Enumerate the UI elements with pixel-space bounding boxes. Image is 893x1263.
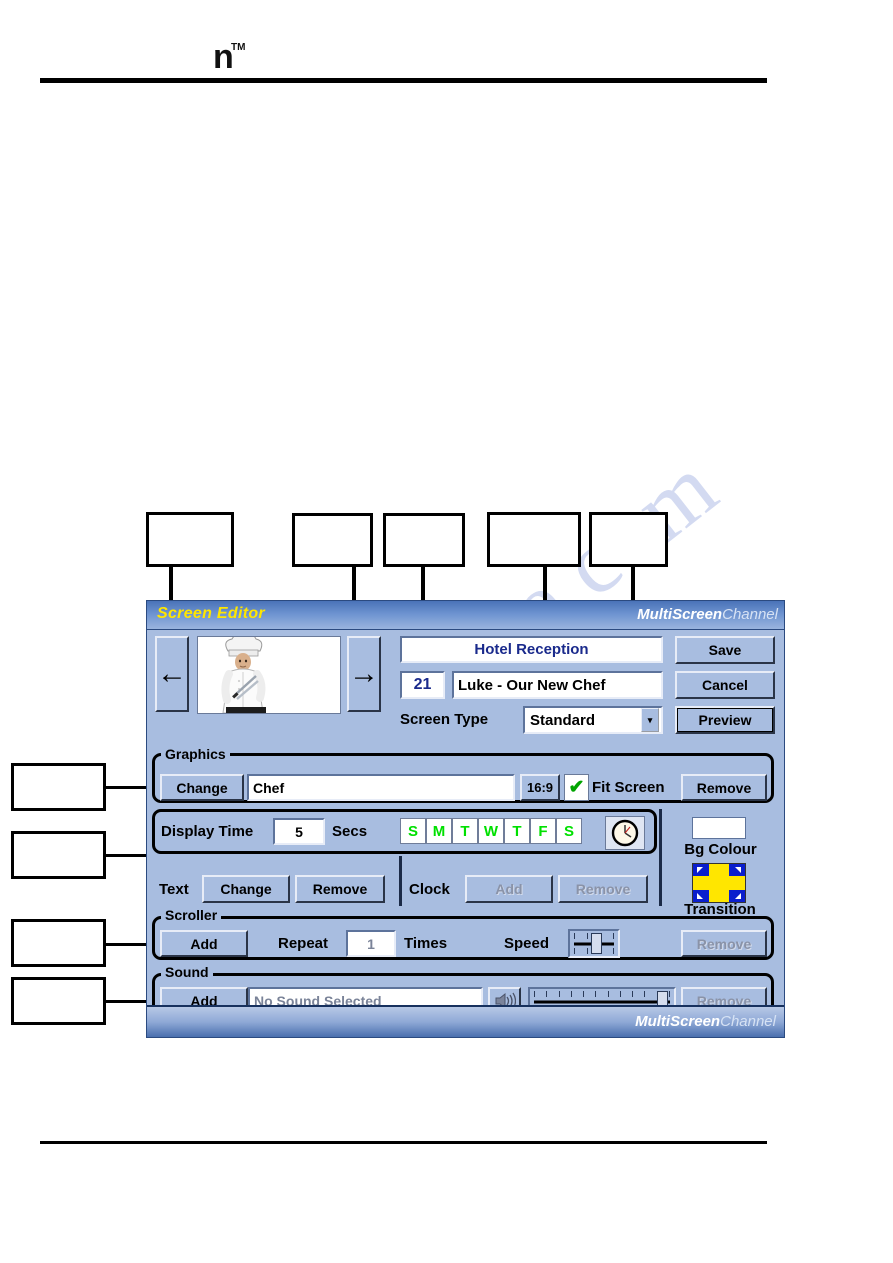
- display-time-input[interactable]: 5: [273, 818, 325, 845]
- fit-screen-label: Fit Screen: [592, 779, 665, 796]
- preview-button[interactable]: Preview: [675, 706, 775, 734]
- weekday-selector: S M T W T F S: [400, 818, 582, 844]
- screen-type-label: Screen Type: [400, 711, 489, 728]
- window-title: Screen Editor: [157, 605, 265, 622]
- callout-6: [11, 763, 106, 811]
- brand-light: Channel: [722, 606, 778, 623]
- speed-slider-thumb[interactable]: [591, 933, 602, 954]
- callout-4: [487, 512, 581, 567]
- window-footerbar: MultiScreenChannel: [147, 1005, 784, 1037]
- volume-ticks-top: [534, 991, 670, 997]
- callout-7: [11, 831, 106, 879]
- scroller-group-label: Scroller: [161, 907, 222, 923]
- text-change-button[interactable]: Change: [202, 875, 290, 903]
- scroller-times-label: Times: [404, 935, 448, 952]
- display-time-units: Secs: [332, 823, 368, 840]
- callout-1: [146, 512, 234, 567]
- scroller-remove-button[interactable]: Remove: [681, 930, 767, 957]
- day-button-mon[interactable]: M: [426, 818, 452, 844]
- window-titlebar: Screen Editor MultiScreenChannel: [147, 601, 784, 630]
- day-button-sat[interactable]: S: [556, 818, 582, 844]
- day-button-thu[interactable]: T: [504, 818, 530, 844]
- arrow-left-icon: ←: [157, 657, 187, 690]
- footer-brand-logo: MultiScreenChannel: [635, 1013, 776, 1030]
- bg-colour-label: Bg Colour: [684, 841, 757, 858]
- scroller-add-button[interactable]: Add: [160, 930, 248, 957]
- previous-screen-button[interactable]: ←: [155, 636, 189, 712]
- callout-7-leader: [106, 854, 148, 857]
- check-icon: ✔: [568, 777, 585, 798]
- text-clock-divider: [399, 856, 402, 906]
- screen-type-value: Standard: [530, 711, 596, 729]
- day-button-fri[interactable]: F: [530, 818, 556, 844]
- chevron-down-icon[interactable]: ▾: [641, 708, 659, 732]
- volume-slider-track: [534, 1000, 670, 1003]
- footer-rule: [40, 1141, 767, 1144]
- trademark-symbol: TM: [231, 42, 246, 53]
- clock-icon: [611, 819, 639, 847]
- scroller-repeat-input[interactable]: 1: [346, 930, 396, 957]
- brand-bold: MultiScreen: [637, 606, 723, 623]
- screen-number-field[interactable]: 21: [400, 671, 445, 699]
- callout-8-leader: [106, 943, 148, 946]
- callout-3: [383, 513, 465, 567]
- graphics-remove-button[interactable]: Remove: [681, 774, 767, 801]
- scroller-speed-label: Speed: [504, 935, 550, 952]
- next-screen-button[interactable]: →: [347, 636, 381, 712]
- arrow-right-icon: →: [349, 657, 379, 690]
- screen-editor-window: Screen Editor MultiScreenChannel ← → Hot…: [146, 600, 785, 1038]
- footer-brand-light: Channel: [720, 1013, 776, 1030]
- callout-5: [589, 512, 668, 567]
- scroller-speed-slider[interactable]: [568, 929, 620, 958]
- chef-photo-icon: [198, 637, 340, 713]
- text-remove-button[interactable]: Remove: [295, 875, 385, 903]
- transition-button[interactable]: [692, 863, 746, 903]
- scroller-repeat-label: Repeat: [278, 935, 329, 952]
- screen-type-select[interactable]: Standard ▾: [523, 706, 663, 734]
- clock-label: Clock: [409, 881, 450, 898]
- callout-9: [11, 977, 106, 1025]
- day-button-wed[interactable]: W: [478, 818, 504, 844]
- day-button-sun[interactable]: S: [400, 818, 426, 844]
- save-button[interactable]: Save: [675, 636, 775, 664]
- fit-screen-checkbox[interactable]: ✔: [564, 774, 589, 801]
- clock-add-button[interactable]: Add: [465, 875, 553, 903]
- graphics-change-button[interactable]: Change: [160, 774, 244, 801]
- callout-8: [11, 919, 106, 967]
- side-panel-divider: [659, 809, 662, 906]
- clock-remove-button[interactable]: Remove: [558, 875, 648, 903]
- display-time-label: Display Time: [161, 823, 254, 840]
- day-button-tue[interactable]: T: [452, 818, 478, 844]
- screen-preview-thumbnail[interactable]: [197, 636, 341, 714]
- graphics-group-label: Graphics: [161, 746, 230, 762]
- graphics-filename-field[interactable]: Chef: [247, 774, 515, 801]
- callout-2: [292, 513, 373, 567]
- brand-logo: MultiScreenChannel: [637, 606, 778, 623]
- footer-brand-bold: MultiScreen: [635, 1013, 721, 1030]
- aspect-ratio-button[interactable]: 16:9: [520, 774, 560, 801]
- screen-name-field[interactable]: Luke - Our New Chef: [452, 671, 663, 699]
- text-label: Text: [159, 881, 189, 898]
- transition-icon: [693, 864, 745, 902]
- header-rule: [40, 78, 767, 83]
- bg-colour-swatch[interactable]: [692, 817, 746, 839]
- cancel-button[interactable]: Cancel: [675, 671, 775, 699]
- callout-6-leader: [106, 786, 148, 789]
- channel-name-field[interactable]: Hotel Reception: [400, 636, 663, 663]
- callout-9-leader: [106, 1000, 148, 1003]
- schedule-clock-button[interactable]: [605, 816, 645, 850]
- sound-group-label: Sound: [161, 964, 213, 980]
